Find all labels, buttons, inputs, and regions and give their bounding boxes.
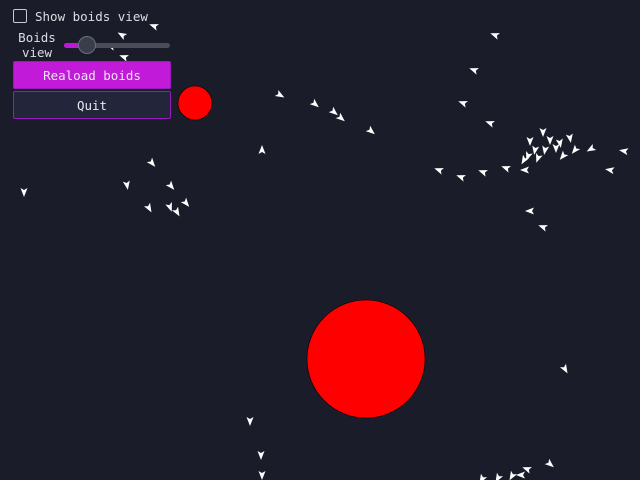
boid-icon [20, 188, 28, 197]
boid-icon [117, 32, 128, 41]
show-boids-view-label: Show boids view [35, 8, 148, 24]
boid-icon [365, 125, 375, 135]
boid-icon [469, 68, 479, 75]
boid-icon [485, 121, 495, 128]
boid-icon [165, 180, 175, 190]
boid-icon [552, 144, 560, 153]
boid-icon [536, 153, 543, 163]
show-boids-view-toggle[interactable]: Show boids view [13, 7, 148, 25]
boids-view-slider[interactable] [64, 36, 170, 54]
boid-icon [526, 137, 534, 146]
boid-icon [180, 197, 190, 207]
boid-icon [619, 148, 629, 156]
boid-icon [257, 451, 265, 460]
boid-icon [538, 225, 548, 232]
obstacle-circle [306, 299, 426, 419]
boid-icon [309, 98, 319, 108]
boid-icon [479, 473, 488, 480]
boid-icon [478, 170, 488, 177]
boid-icon [516, 471, 525, 479]
boid-icon [456, 175, 466, 182]
boid-icon [571, 144, 581, 154]
boid-icon [495, 472, 504, 480]
boid-icon [546, 136, 554, 145]
boid-icon [258, 145, 266, 154]
boid-icon [274, 89, 285, 98]
boid-icon [565, 133, 573, 143]
quit-button[interactable]: Quit [13, 91, 171, 119]
boid-icon [509, 470, 518, 480]
reload-boids-button[interactable]: Reaload boids [13, 61, 171, 89]
boid-icon [146, 157, 156, 167]
boid-icon [559, 150, 569, 160]
boid-icon [143, 202, 152, 213]
boid-icon [544, 458, 554, 468]
boid-icon [171, 206, 180, 217]
obstacle-circle [177, 85, 213, 121]
boids-view-slider-label: Boids view [18, 30, 56, 60]
boid-icon [586, 143, 597, 152]
show-boids-view-checkbox[interactable] [13, 9, 27, 23]
boid-icon [258, 471, 266, 480]
boid-icon [335, 112, 345, 122]
boid-icon [246, 417, 254, 426]
boid-icon [122, 180, 130, 190]
boid-icon [525, 207, 534, 215]
boid-icon [605, 167, 615, 175]
boid-icon [559, 363, 568, 374]
boid-icon [458, 101, 468, 108]
boid-icon [542, 145, 550, 155]
boid-icon [520, 166, 529, 174]
boid-icon [490, 33, 500, 40]
boid-icon [434, 168, 444, 175]
boid-icon [328, 106, 338, 116]
boid-icon [149, 24, 159, 31]
boid-icon [501, 166, 511, 173]
boid-icon [539, 128, 547, 137]
boid-icon [522, 467, 532, 474]
